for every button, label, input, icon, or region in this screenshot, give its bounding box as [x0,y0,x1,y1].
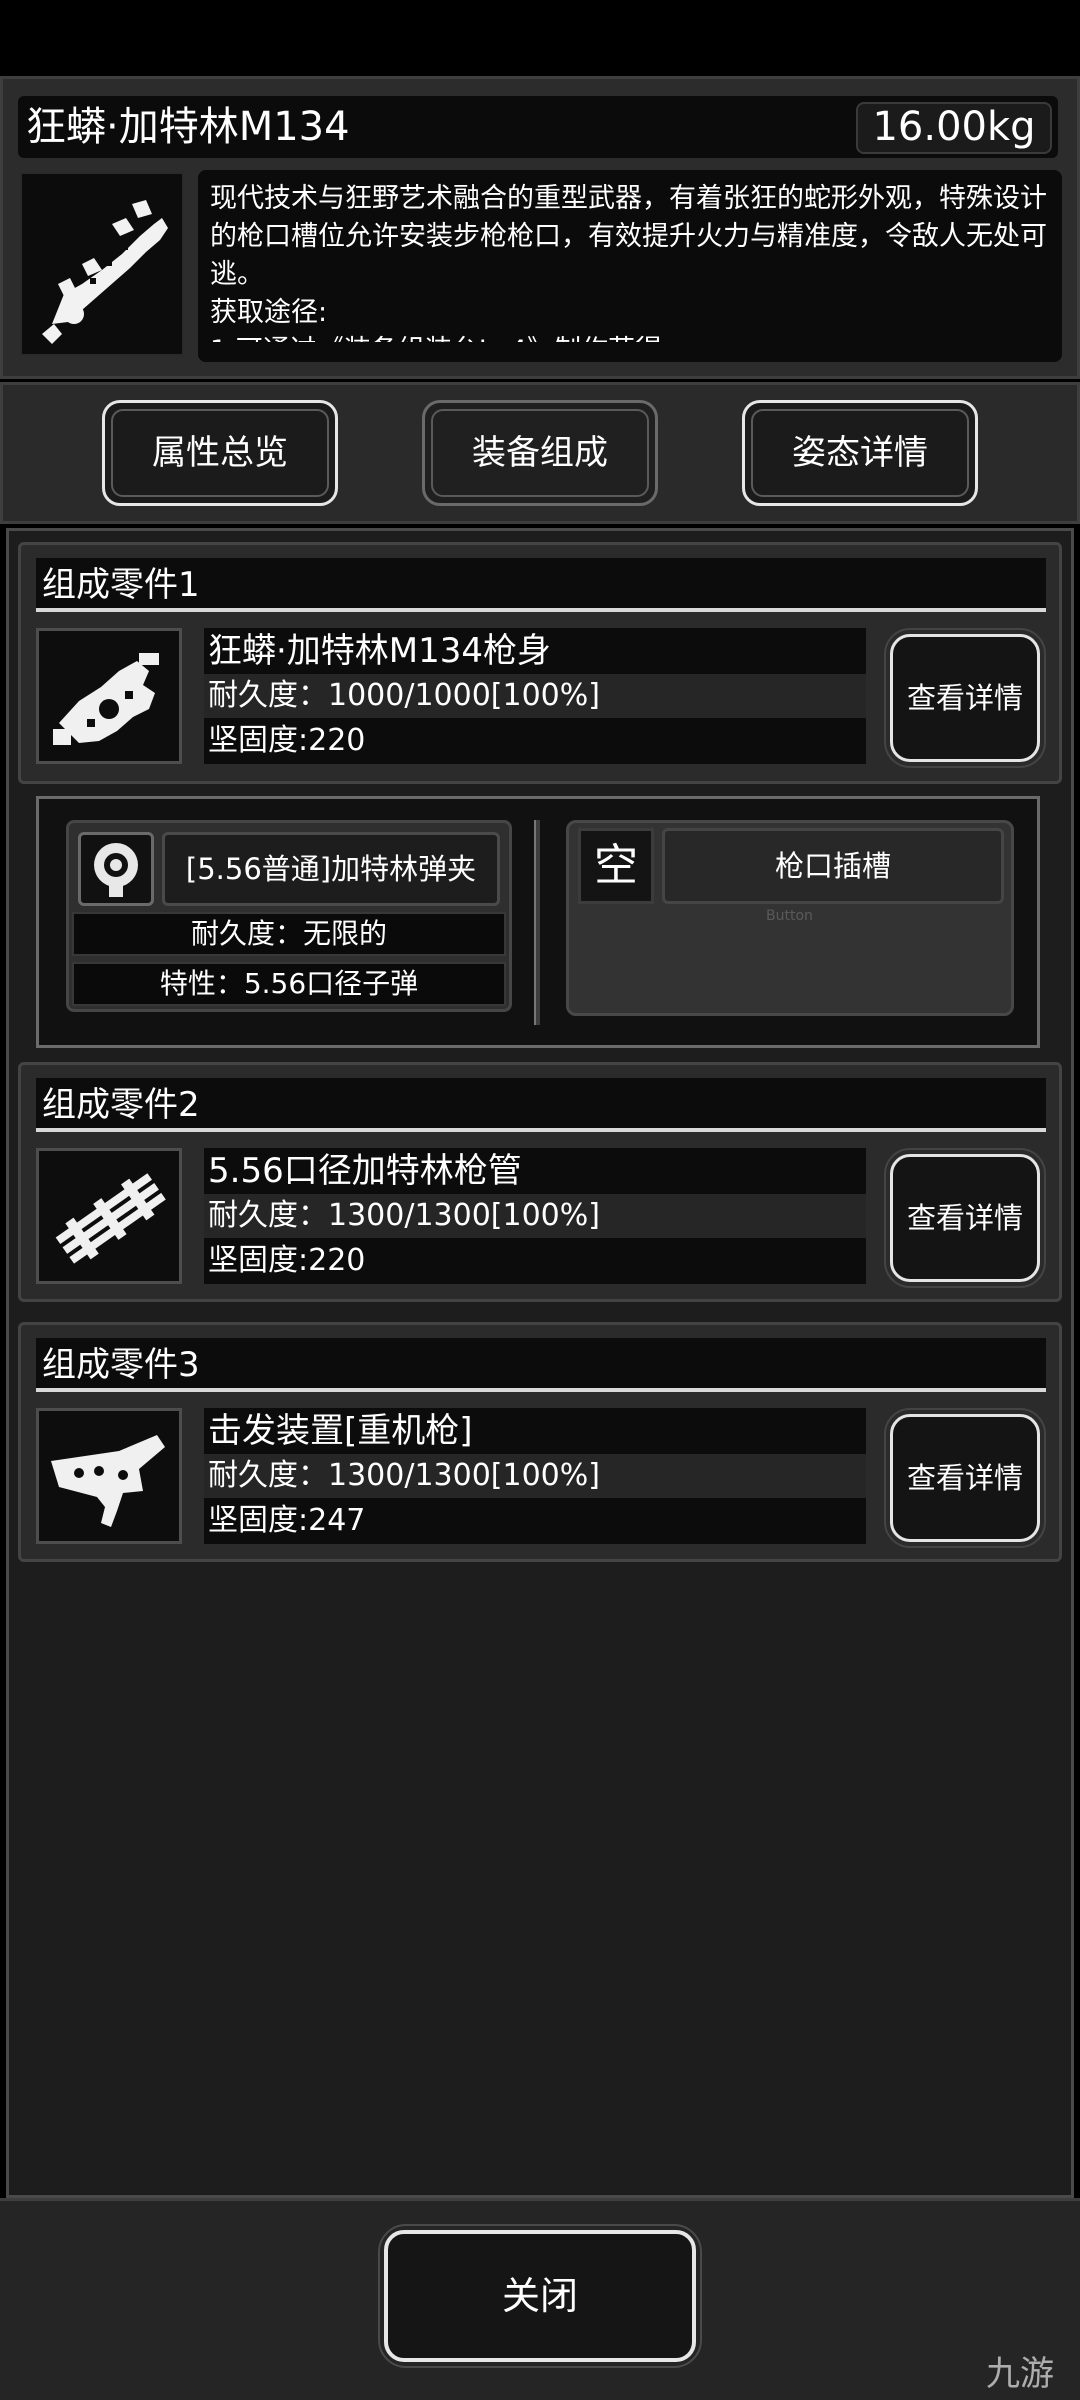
part-toughness: 坚固度:247 [204,1498,866,1544]
part-durability: 耐久度：1300/1300[100%] [204,1454,866,1498]
part-title-1: 组成零件1 [36,558,1046,612]
part-name: 狂蟒·加特林M134枪身 [204,628,866,674]
part-durability: 耐久度：1000/1000[100%] [204,674,866,718]
firing-mechanism-icon [36,1408,182,1544]
slot-divider [534,820,540,1025]
part-toughness: 坚固度:220 [204,1238,866,1284]
part-toughness: 坚固度:220 [204,718,866,764]
weapon-icon [20,172,184,356]
watermark-logo: 九游 [986,2354,1054,2394]
item-weight: 16.00kg [856,102,1052,154]
tab-attributes-overview[interactable]: 属性总览 [102,400,338,506]
item-name: 狂蟒·加特林M134 [26,104,350,150]
part-info-2: 5.56口径加特林枪管 耐久度：1300/1300[100%] 坚固度:220 [204,1148,866,1284]
part-info-1: 狂蟒·加特林M134枪身 耐久度：1000/1000[100%] 坚固度:220 [204,628,866,764]
empty-slot-indicator: 空 [578,828,654,904]
tab-equipment-composition[interactable]: 装备组成 [422,400,658,506]
part-title-2: 组成零件2 [36,1078,1046,1132]
view-details-button-1[interactable]: 查看详情 [884,628,1046,768]
magazine-icon [78,832,154,906]
part-title-3: 组成零件3 [36,1338,1046,1392]
gun-barrel-icon [36,1148,182,1284]
view-details-button-3[interactable]: 查看详情 [884,1408,1046,1548]
close-button[interactable]: 关闭 [378,2224,702,2368]
magazine-trait: 特性：5.56口径子弹 [72,962,506,1006]
item-description: 现代技术与狂野艺术融合的重型武器，有着张狂的蛇形外观，特殊设计的枪口槽位允许安装… [198,170,1062,362]
part-name: 击发装置[重机枪] [204,1408,866,1454]
tab-stance-details[interactable]: 姿态详情 [742,400,978,506]
part-info-3: 击发装置[重机枪] 耐久度：1300/1300[100%] 坚固度:247 [204,1408,866,1544]
muzzle-slot-label: 枪口插槽 [662,828,1004,904]
description-text: 现代技术与狂野艺术融合的重型武器，有着张狂的蛇形外观，特殊设计的枪口槽位允许安装… [210,183,1047,362]
magazine-durability: 耐久度：无限的 [72,912,506,956]
part-name: 5.56口径加特林枪管 [204,1148,866,1194]
placeholder-button-text: Button [766,908,813,924]
magazine-name: [5.56普通]加特林弹夹 [162,832,500,906]
view-details-button-2[interactable]: 查看详情 [884,1148,1046,1288]
part-durability: 耐久度：1300/1300[100%] [204,1194,866,1238]
gun-body-icon [36,628,182,764]
